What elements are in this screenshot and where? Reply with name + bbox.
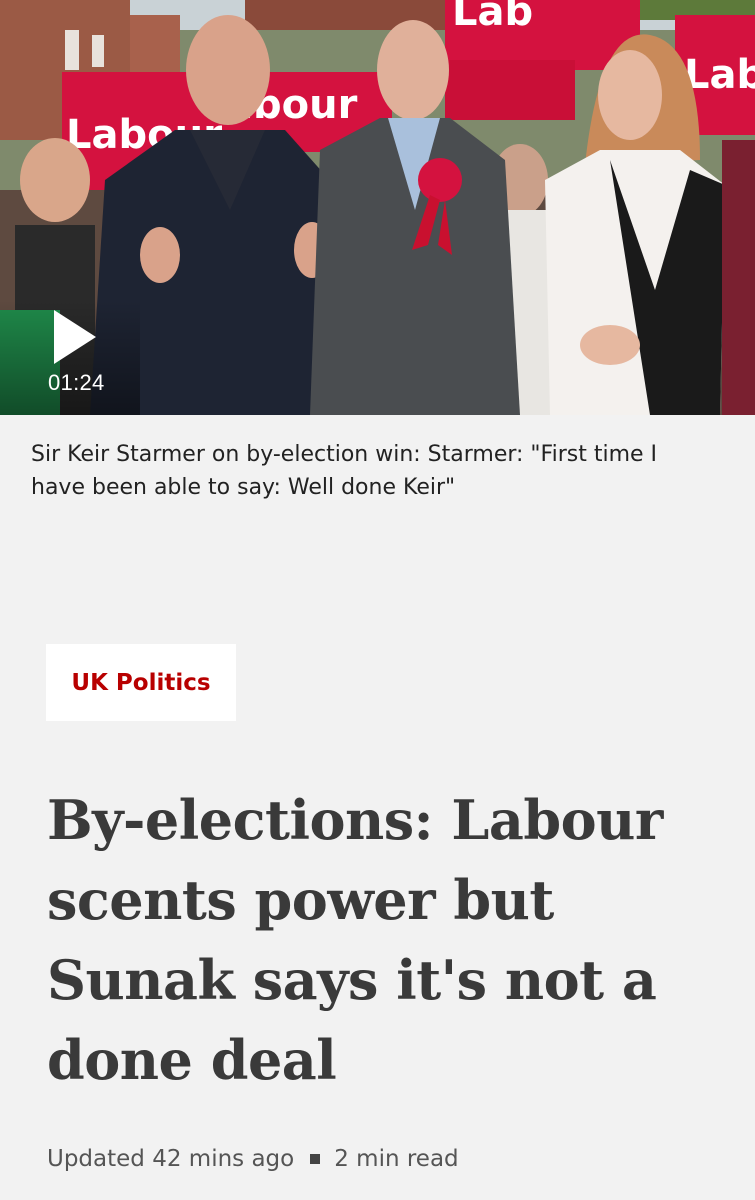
article-headline: By-elections: Labour scents power but Su… <box>47 788 663 1092</box>
article-meta: Updated 42 mins ago 2 min read <box>47 1146 459 1172</box>
sign-text: Lab <box>684 52 755 98</box>
play-icon <box>54 310 96 364</box>
read-time: 2 min read <box>334 1146 459 1172</box>
sign-text: Lab <box>452 0 533 35</box>
play-button[interactable]: 01:24 <box>38 300 118 410</box>
topic-tag-label: UK Politics <box>71 669 211 696</box>
video-caption: Sir Keir Starmer on by-election win: Sta… <box>31 442 658 500</box>
video-duration: 01:24 <box>48 370 105 395</box>
updated-timestamp: Updated 42 mins ago <box>47 1146 295 1172</box>
separator-square-icon <box>310 1154 321 1164</box>
topic-tag-link[interactable]: UK Politics <box>46 644 236 721</box>
video-player[interactable]: Labour abour Lab Lab 01:24 <box>0 0 755 415</box>
